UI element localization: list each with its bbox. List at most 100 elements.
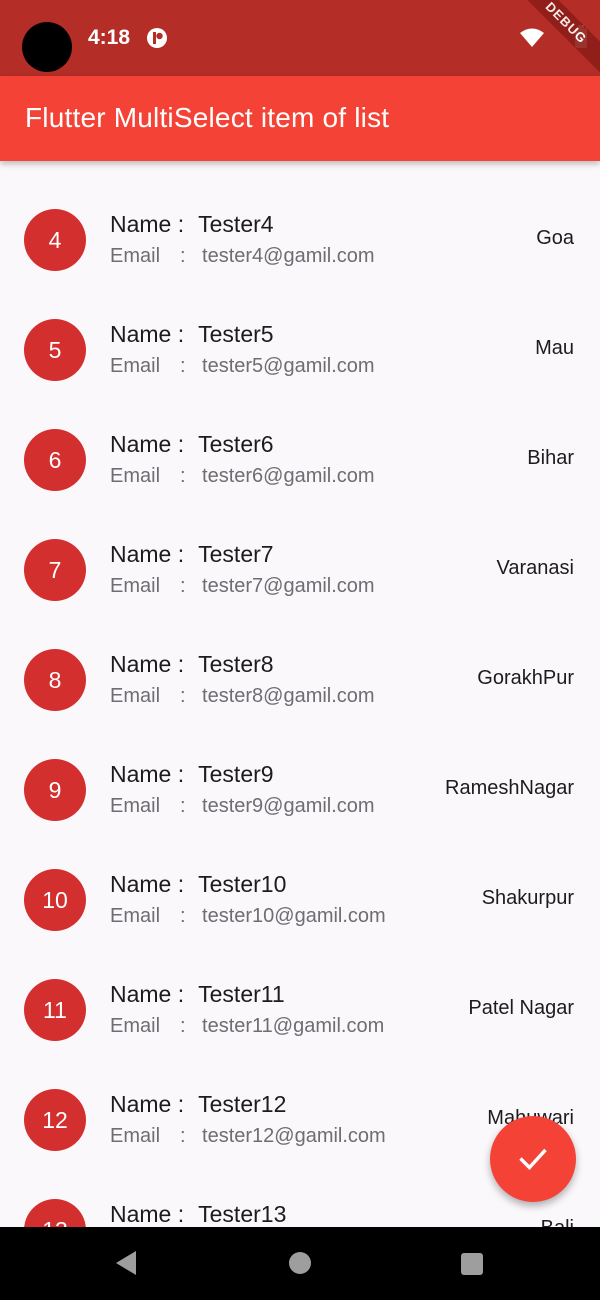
avatar: 5	[24, 319, 86, 381]
back-icon[interactable]	[114, 1249, 138, 1277]
user-list: 4 Name : Tester4 Email: tester4@gamil.com …	[0, 161, 600, 1227]
name-value: Tester8	[198, 651, 274, 677]
email-separator: :	[180, 905, 186, 927]
name-label: Name :	[110, 1091, 185, 1117]
confirm-selection-button[interactable]	[490, 1116, 576, 1202]
email-value: tester5@gamil.com	[202, 355, 375, 377]
email-value: tester7@gamil.com	[202, 575, 375, 597]
name-label: Name :	[110, 871, 185, 897]
email-label: Email	[110, 1125, 161, 1147]
email-row: Email: tester10@gamil.com	[110, 905, 386, 928]
name-row: Name : Tester7	[110, 541, 274, 568]
city-label: Patel Nagar	[468, 997, 574, 1019]
name-value: Tester12	[198, 1091, 287, 1117]
avatar: 13	[24, 1199, 86, 1227]
wifi-icon	[520, 28, 544, 47]
name-row: Name : Tester10	[110, 871, 286, 898]
name-row: Name : Tester12	[110, 1091, 286, 1118]
email-label: Email	[110, 355, 161, 377]
city-label: Varanasi	[496, 557, 574, 579]
list-item[interactable]: 9 Name : Tester9 Email: tester9@gamil.com …	[0, 711, 600, 821]
avatar: 8	[24, 649, 86, 711]
page-title: Flutter MultiSelect item of list	[25, 102, 390, 133]
avatar: 9	[24, 759, 86, 821]
avatar: 7	[24, 539, 86, 601]
name-label: Name :	[110, 1201, 185, 1227]
status-time: 4:18	[88, 26, 131, 49]
name-row: Name : Tester8	[110, 651, 274, 678]
email-value: tester10@gamil.com	[202, 905, 386, 927]
email-row: Email: tester8@gamil.com	[110, 685, 375, 708]
email-value: tester8@gamil.com	[202, 685, 375, 707]
list-item[interactable]: 10 Name : Tester10 Email: tester10@gamil.c…	[0, 821, 600, 931]
email-label: Email	[110, 245, 161, 267]
camera-hole	[22, 22, 72, 72]
email-label: Email	[110, 795, 161, 817]
email-separator: :	[180, 355, 186, 377]
city-label: GorakhPur	[477, 667, 574, 689]
home-icon[interactable]	[289, 1252, 311, 1274]
email-row: Email: tester5@gamil.com	[110, 355, 375, 378]
email-value: tester12@gamil.com	[202, 1125, 386, 1147]
avatar: 6	[24, 429, 86, 491]
name-value: Tester6	[198, 431, 274, 457]
email-separator: :	[180, 1015, 186, 1037]
city-label: Shakurpur	[481, 887, 574, 909]
email-value: tester9@gamil.com	[202, 795, 375, 817]
city-label: Bali	[541, 1217, 574, 1227]
email-row: Email: tester6@gamil.com	[110, 465, 375, 488]
email-value: tester11@gamil.com	[202, 1015, 385, 1037]
check-icon	[519, 1148, 547, 1170]
city-label: Mau	[535, 337, 574, 359]
list-item[interactable]: 8 Name : Tester8 Email: tester8@gamil.com …	[0, 601, 600, 711]
name-row: Name : Tester11	[110, 981, 285, 1008]
name-row: Name : Tester6	[110, 431, 274, 458]
list-item[interactable]: 6 Name : Tester6 Email: tester6@gamil.com …	[0, 381, 600, 491]
name-row: Name : Tester13	[110, 1201, 286, 1227]
list-item[interactable]: 11 Name : Tester11 Email: tester11@gamil.c…	[0, 931, 600, 1041]
recents-icon[interactable]	[461, 1253, 483, 1275]
name-value: Tester4	[198, 211, 274, 237]
name-label: Name :	[110, 541, 185, 567]
name-label: Name :	[110, 431, 185, 457]
name-label: Name :	[110, 981, 185, 1007]
status-bar: 4:18 DEBUG	[0, 0, 600, 81]
email-row: Email: tester4@gamil.com	[110, 245, 375, 268]
avatar: 4	[24, 209, 86, 271]
list-item[interactable]: 7 Name : Tester7 Email: tester7@gamil.com …	[0, 491, 600, 601]
city-label: RameshNagar	[445, 777, 574, 799]
list-item[interactable]: 5 Name : Tester5 Email: tester5@gamil.com …	[0, 271, 600, 381]
email-separator: :	[180, 1125, 186, 1147]
app-bar: Flutter MultiSelect item of list	[0, 76, 600, 161]
email-separator: :	[180, 465, 186, 487]
name-value: Tester7	[198, 541, 274, 567]
name-label: Name :	[110, 651, 185, 677]
email-row: Email: tester9@gamil.com	[110, 795, 375, 818]
email-label: Email	[110, 905, 161, 927]
name-value: Tester10	[198, 871, 287, 897]
email-separator: :	[180, 685, 186, 707]
email-label: Email	[110, 1015, 161, 1037]
app-notification-icon	[147, 28, 167, 48]
name-label: Name :	[110, 761, 185, 787]
email-separator: :	[180, 795, 186, 817]
email-row: Email: tester11@gamil.com	[110, 1015, 384, 1038]
name-value: Tester11	[198, 981, 285, 1007]
email-label: Email	[110, 685, 161, 707]
name-row: Name : Tester5	[110, 321, 274, 348]
city-label: Bihar	[527, 447, 574, 469]
avatar: 11	[24, 979, 86, 1041]
name-label: Name :	[110, 321, 185, 347]
city-label: Goa	[536, 227, 574, 249]
avatar: 10	[24, 869, 86, 931]
name-value: Tester13	[198, 1201, 287, 1227]
email-label: Email	[110, 575, 161, 597]
name-row: Name : Tester9	[110, 761, 274, 788]
system-nav-bar	[0, 1227, 600, 1300]
name-value: Tester5	[198, 321, 274, 347]
email-value: tester6@gamil.com	[202, 465, 375, 487]
list-item[interactable]: 4 Name : Tester4 Email: tester4@gamil.com …	[0, 161, 600, 271]
name-value: Tester9	[198, 761, 274, 787]
name-label: Name :	[110, 211, 185, 237]
name-row: Name : Tester4	[110, 211, 274, 238]
